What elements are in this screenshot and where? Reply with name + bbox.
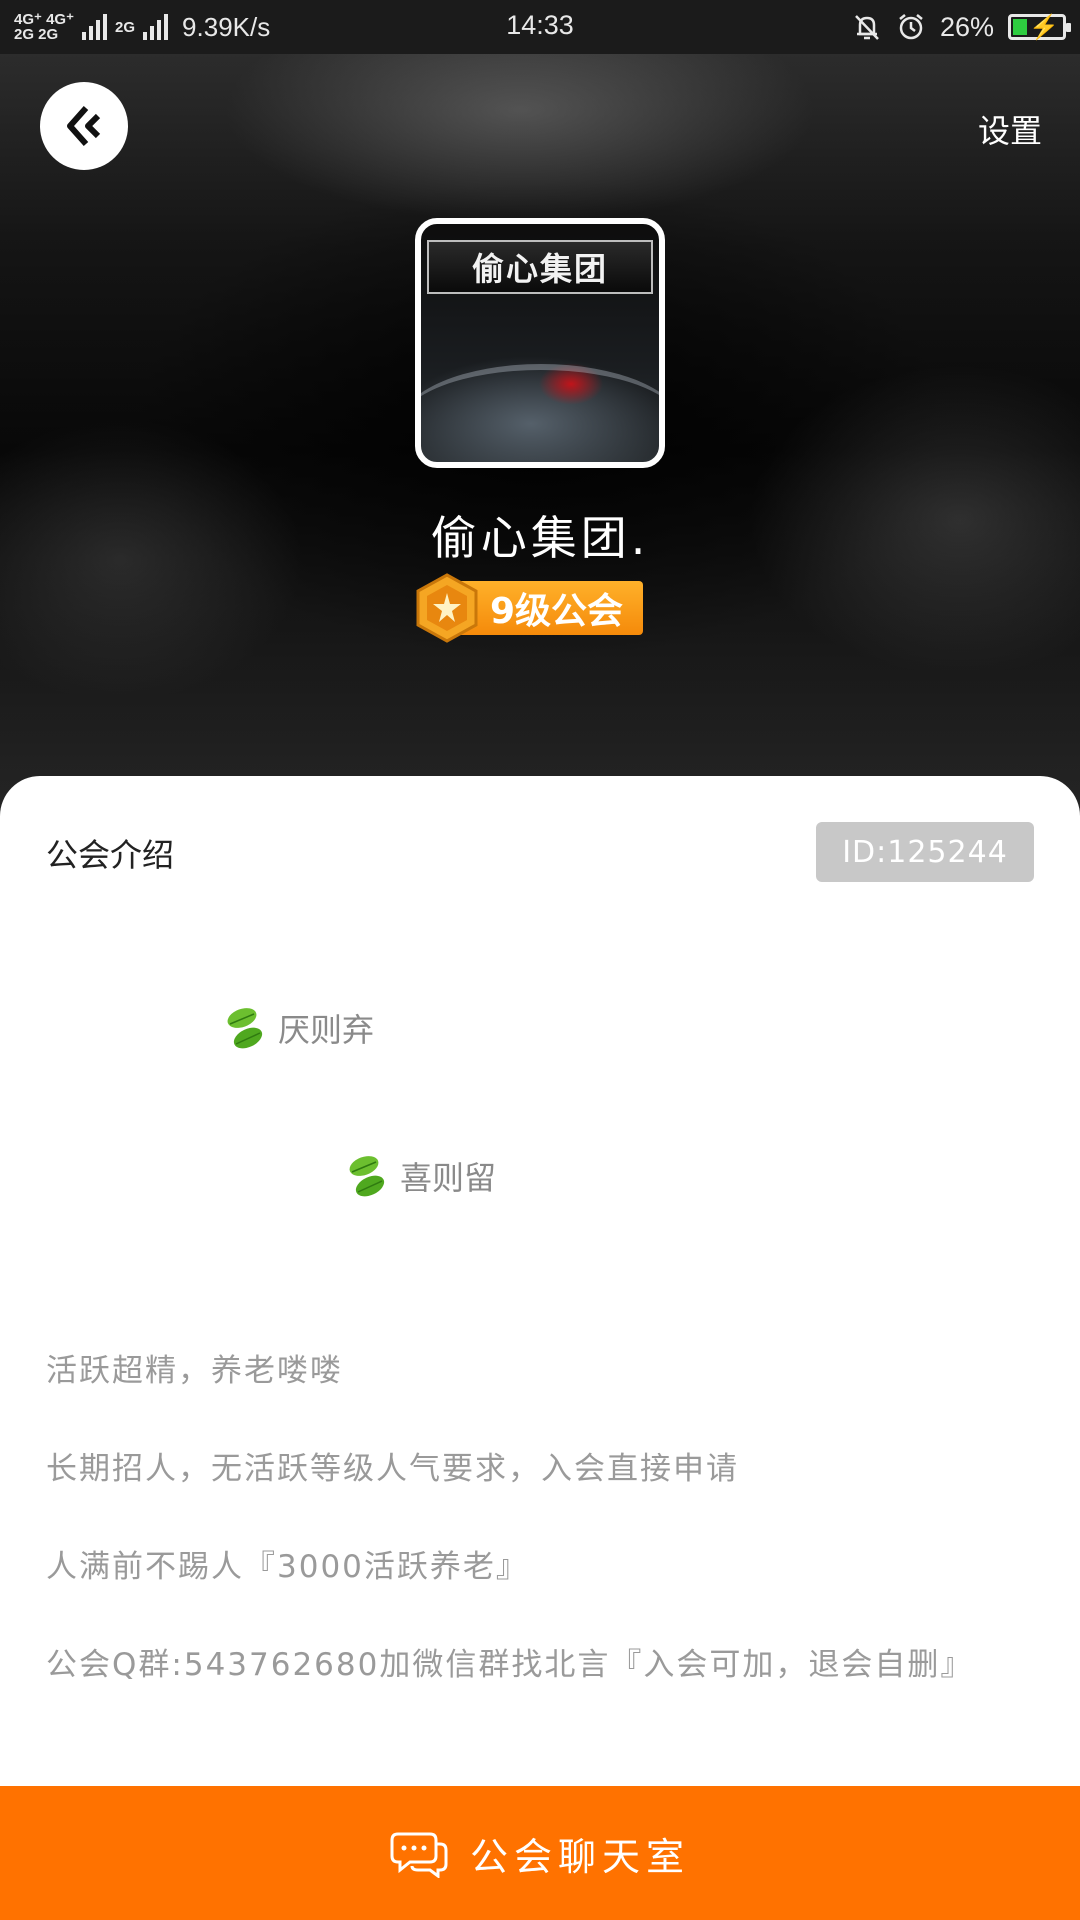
star-hexagon-icon [416, 573, 478, 643]
intro-line-2: 喜则留 [344, 1150, 496, 1202]
intro-desc-1: 活跃超精，养老喽喽 [46, 1353, 343, 1389]
guild-id-chip[interactable]: ID:125244 [816, 822, 1034, 882]
intro-desc-4: 公会Q群:543762680加微信群找北言『入会可加，退会自删』 [46, 1647, 974, 1683]
intro-title: 公会介绍 [46, 836, 175, 874]
guild-intro-card: 公会介绍 ID:125244 厌则弃 喜则留 活跃超精，养老喽喽 长期招人，无活… [0, 776, 1080, 1786]
settings-button[interactable]: 设置 [978, 106, 1042, 152]
alarm-icon [899, 14, 923, 40]
leaf-icon [349, 1156, 385, 1197]
intro-line-1: 厌则弃 [222, 1002, 374, 1054]
intro-desc-2: 长期招人，无活跃等级人气要求，入会直接申请 [46, 1451, 739, 1487]
battery-level [1013, 19, 1027, 35]
guild-chatroom-button[interactable]: 公会聊天室 [0, 1786, 1080, 1920]
intro-line-2-text: 喜则留 [400, 1159, 497, 1197]
status-bar: 4G⁺ 4G⁺ 2G 2G 2G 9.39K/s 14:33 26% ⚡ [0, 0, 1080, 54]
chat-bubble-icon [390, 1832, 448, 1878]
guild-chatroom-label: 公会聊天室 [469, 1834, 690, 1879]
bell-off-icon [855, 15, 879, 40]
status-right: 26% ⚡ [852, 8, 1071, 46]
avatar-plaque-text: 偷心集团 [427, 240, 653, 294]
intro-desc-3: 人满前不踢人『3000活跃养老』 [46, 1549, 529, 1585]
battery-icon: ⚡ [1008, 14, 1071, 41]
avatar-wave-decoration [421, 364, 659, 462]
guild-name: 偷心集团. [430, 511, 650, 565]
battery-percent: 26% [939, 11, 994, 42]
guild-avatar[interactable]: 偷心集团 [415, 218, 665, 468]
charging-icon: ⚡ [1029, 14, 1059, 41]
back-arrow-icon [67, 106, 101, 146]
leaf-icon [227, 1008, 263, 1049]
guild-level-badge: 9级公会 [412, 573, 644, 643]
guild-level-label: 9级公会 [456, 581, 644, 635]
intro-line-1-text: 厌则弃 [278, 1011, 375, 1049]
back-button[interactable] [40, 82, 128, 170]
